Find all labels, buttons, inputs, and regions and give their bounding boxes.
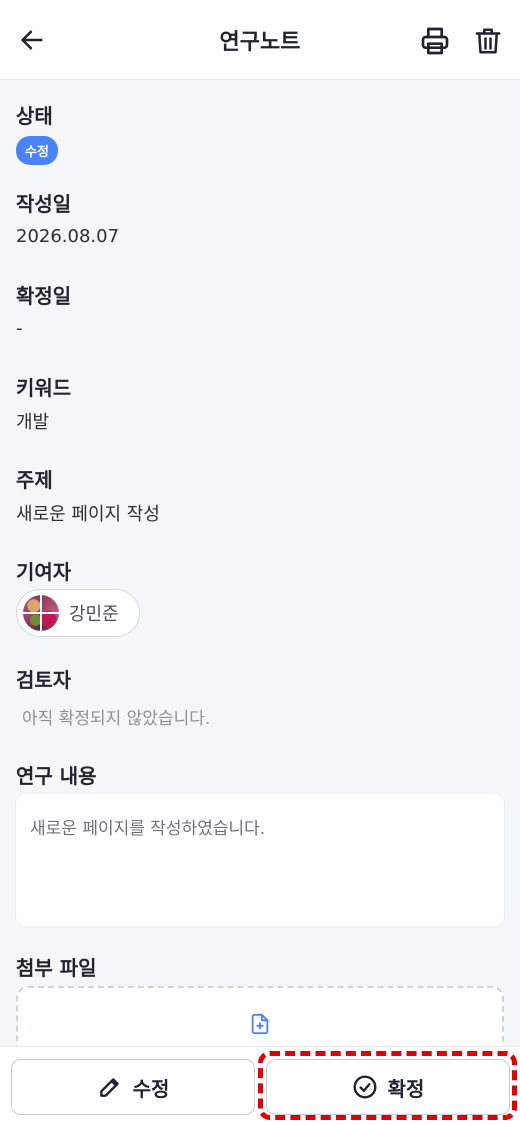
trash-icon [475,28,501,54]
content-text: 새로운 페이지를 작성하였습니다. [30,819,266,839]
attachment-label: 첨부 파일 [16,956,97,980]
status-label: 상태 [16,104,53,128]
file-plus-icon [251,1013,269,1035]
bottom-action-bar: 수정 확정 [0,1046,520,1125]
content-label: 연구 내용 [16,764,97,788]
created-date-label: 작성일 [16,192,72,216]
contributor-name: 강민준 [69,604,119,625]
print-button[interactable] [418,24,452,58]
status-badge: 수정 [16,136,58,165]
confirm-button[interactable]: 확정 [266,1059,510,1115]
contributor-label: 기여자 [16,560,72,584]
page-title: 연구노트 [219,29,301,55]
created-date-value: 2026.08.07 [16,226,120,247]
check-circle-icon [353,1075,377,1099]
top-app-bar: 연구노트 [0,0,520,80]
edit-button[interactable]: 수정 [11,1059,255,1115]
subject-label: 주제 [16,468,53,492]
delete-button[interactable] [472,24,504,58]
reviewer-label: 검토자 [16,668,72,692]
back-button[interactable] [16,24,48,56]
contributor-chip[interactable]: 강민준 [16,589,140,637]
confirmed-date-value: - [16,318,23,339]
subject-value: 새로운 페이지 작성 [16,504,160,525]
keyword-label: 키워드 [16,376,72,400]
confirm-button-label: 확정 [387,1076,425,1101]
content-box: 새로운 페이지를 작성하였습니다. [16,794,504,926]
keyword-value: 개발 [16,412,50,433]
arrow-left-icon [21,30,43,50]
printer-icon [421,27,449,55]
avatar [23,595,59,631]
confirmed-date-label: 확정일 [16,284,72,308]
reviewer-value: 아직 확정되지 않았습니다. [22,709,211,729]
pencil-icon [99,1078,119,1097]
edit-button-label: 수정 [132,1076,170,1101]
